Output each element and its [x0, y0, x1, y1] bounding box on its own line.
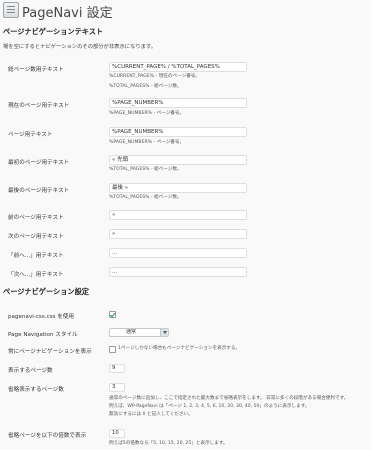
chevron-down-icon: [160, 329, 168, 336]
pages-to-show-input[interactable]: 9: [109, 364, 125, 373]
multiple-note: 例えば5の倍数なら「5, 10, 15, 20, 25」と表示します。: [109, 441, 228, 446]
always-show-checkbox[interactable]: [109, 346, 116, 353]
first-page-label: 最初のページ用テキスト: [8, 160, 70, 166]
dots-next-input[interactable]: ...: [109, 267, 247, 277]
larger-pages-input[interactable]: 3: [109, 383, 125, 392]
first-page-input[interactable]: « 先頭: [109, 155, 247, 165]
total-pages-input[interactable]: %CURRENT_PAGE% / %TOTAL_PAGES%: [109, 62, 247, 72]
always-show-text: 1ページしかない場合もページナビゲーションを表示する。: [118, 346, 241, 351]
total-pages-label: 総ページ数用テキスト: [8, 67, 64, 73]
total-pages-note-total: %TOTAL_PAGES% - 総ページ数。: [109, 84, 182, 89]
last-page-label: 最後のページ用テキスト: [8, 188, 70, 194]
current-page-input[interactable]: %PAGE_NUMBER%: [109, 98, 247, 108]
larger-pages-label: 省略表示するページ数: [8, 387, 64, 393]
section-title-text: ページナビゲーションテキスト: [3, 27, 104, 36]
navigation-style-select[interactable]: 通常: [109, 328, 169, 337]
dots-next-label: 「次へ...」用テキスト: [8, 272, 64, 278]
larger-pages-note-3: 無効にするには 0 と記入してください。: [109, 412, 193, 417]
first-page-note: %TOTAL_PAGES% - 総ページ数。: [109, 167, 182, 172]
current-page-note: %PAGE_NUMBER% - ページ番号。: [109, 111, 185, 116]
total-pages-note-current: %CURRENT_PAGE% - 現在のページ番号。: [109, 74, 200, 79]
section-title-settings: ページナビゲーション設定: [3, 287, 89, 296]
next-page-label: 次のページ用テキスト: [8, 234, 64, 240]
page-text-input[interactable]: %PAGE_NUMBER%: [109, 127, 247, 137]
dots-previous-input[interactable]: ...: [109, 248, 247, 258]
page-text-label: ページ用テキスト: [8, 132, 53, 138]
navigation-style-label: Page Navigation スタイル: [8, 332, 78, 338]
pagenavi-settings-icon: [3, 2, 19, 18]
use-css-label: pagenavi-css.css を使用: [8, 314, 74, 320]
current-page-label: 現在のページ用テキスト: [8, 103, 70, 109]
navigation-style-value: 通常: [126, 329, 137, 335]
page-text-note: %PAGE_NUMBER% - ページ番号。: [109, 140, 185, 145]
multiple-input[interactable]: 10: [109, 429, 125, 438]
last-page-input[interactable]: 最後 »: [109, 183, 247, 193]
larger-pages-note-1: 通常のページ数に追加し、ここで指定された最大数まで省略表示をします。 非常に多く…: [109, 396, 349, 401]
larger-pages-note-2: 例えば、WP-PageNavi は「ページ 1, 2, 3, 4, 5, 6, …: [109, 404, 310, 409]
section-description: 場を空にするとナビゲーションのその部分が非表示になります。: [3, 44, 157, 50]
multiple-label: 省略ページを以下の倍数で表示: [8, 433, 87, 439]
pages-to-show-label: 表示するページ数: [8, 368, 53, 374]
previous-page-input[interactable]: «: [109, 210, 247, 220]
next-page-input[interactable]: »: [109, 229, 247, 239]
always-show-label: 常にページナビゲーションを表示: [8, 349, 92, 355]
use-css-checkbox[interactable]: [109, 311, 116, 318]
dots-previous-label: 「前へ...」用テキスト: [8, 253, 64, 259]
previous-page-label: 前のページ用テキスト: [8, 215, 64, 221]
last-page-note: %TOTAL_PAGES% - 総ページ数。: [109, 195, 182, 200]
page-title: PageNavi 設定: [22, 6, 113, 21]
